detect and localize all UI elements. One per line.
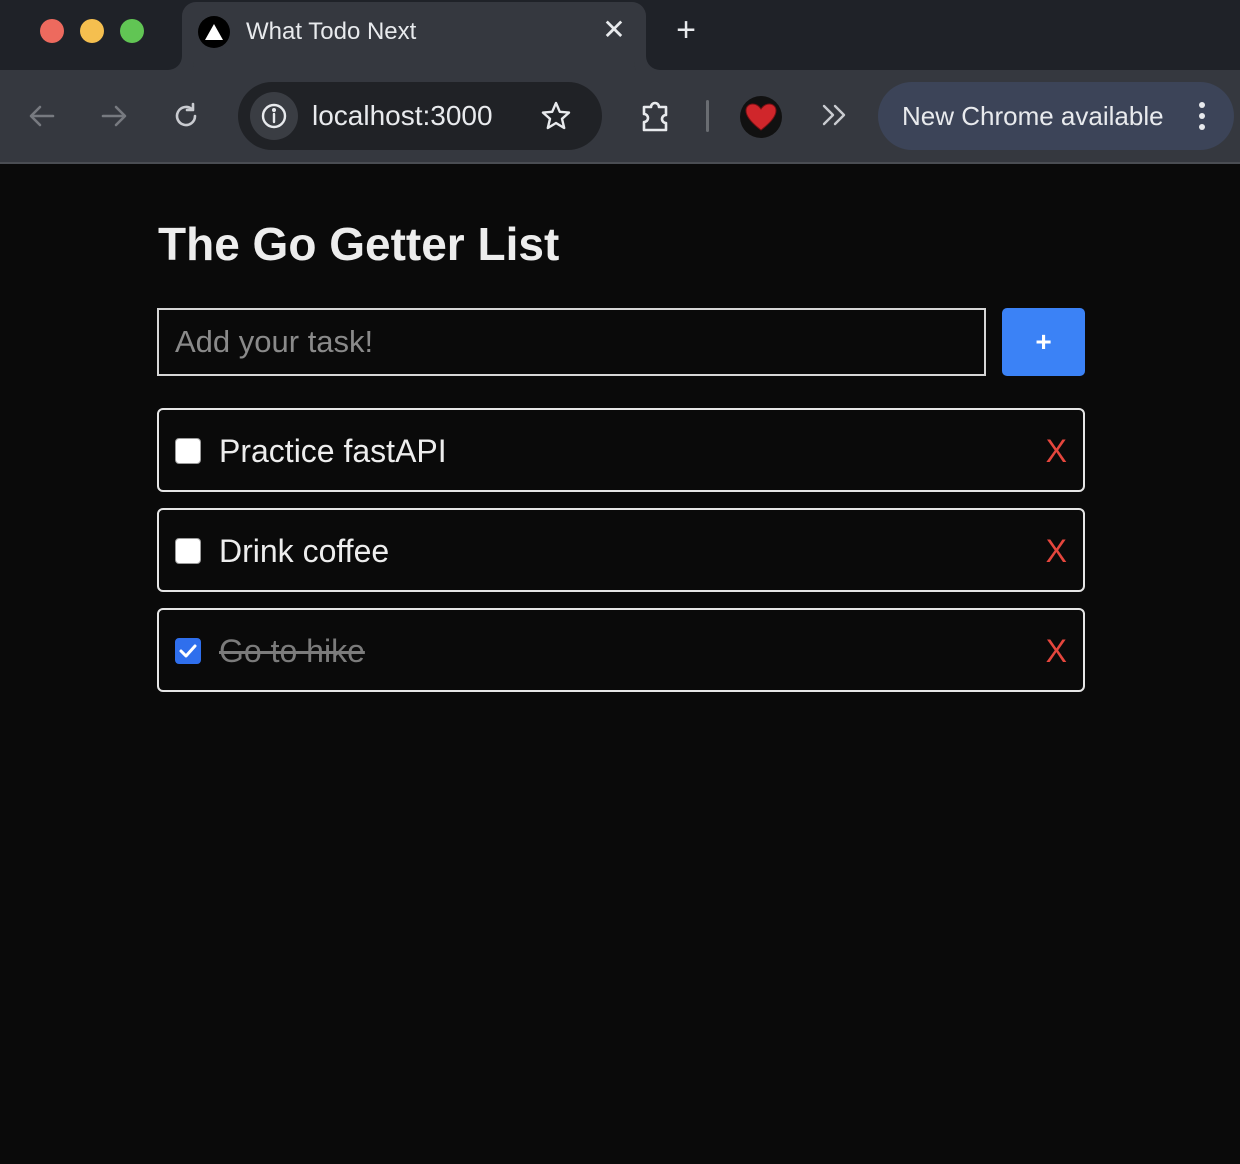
update-notice-text: New Chrome available — [902, 101, 1164, 131]
maximize-window-button[interactable] — [120, 19, 144, 43]
todo-text-completed: Go to hike — [219, 633, 365, 669]
todo-item: Practice fastAPI X — [157, 408, 1085, 492]
arrow-left-icon — [29, 105, 55, 127]
extensions-button[interactable] — [636, 96, 676, 136]
page-content: The Go Getter List + Practice fastAPI X … — [0, 164, 1240, 1164]
back-button[interactable] — [24, 98, 60, 134]
tab-title: What Todo Next — [246, 18, 417, 45]
bookmark-button[interactable] — [538, 98, 574, 134]
chrome-update-button[interactable]: New Chrome available — [878, 82, 1234, 150]
heart-extension-button[interactable] — [740, 96, 782, 138]
todo-checkbox-checked[interactable] — [175, 638, 201, 664]
double-chevron-icon — [822, 104, 846, 126]
arrow-right-icon — [101, 105, 127, 127]
add-task-button[interactable]: + — [1002, 308, 1085, 376]
reload-button[interactable] — [168, 98, 204, 134]
minimize-window-button[interactable] — [80, 19, 104, 43]
puzzle-icon — [642, 101, 668, 132]
url-text[interactable]: localhost:3000 — [312, 100, 493, 132]
browser-tab-strip: What Todo Next ✕ + — [0, 0, 1240, 70]
new-tab-button[interactable]: + — [670, 13, 702, 47]
delete-todo-button[interactable]: X — [1046, 532, 1067, 570]
todo-item: Go to hike X — [157, 608, 1085, 692]
todo-checkbox[interactable] — [175, 438, 201, 464]
more-extensions-button[interactable] — [818, 98, 852, 132]
todo-checkbox[interactable] — [175, 538, 201, 564]
browser-tab-active[interactable]: What Todo Next ✕ — [182, 2, 646, 70]
todo-text: Practice fastAPI — [219, 433, 447, 469]
address-bar[interactable]: localhost:3000 — [238, 82, 602, 150]
delete-todo-button[interactable]: X — [1046, 432, 1067, 470]
reload-icon — [175, 102, 197, 127]
todo-text: Drink coffee — [219, 533, 390, 569]
info-icon — [261, 103, 287, 129]
checkmark-icon — [179, 644, 197, 658]
page-title: The Go Getter List — [158, 218, 560, 270]
star-icon — [541, 101, 571, 130]
kebab-icon[interactable] — [1190, 98, 1214, 134]
delete-todo-button[interactable]: X — [1046, 632, 1067, 670]
browser-toolbar: localhost:3000 New Chrome available — [0, 70, 1240, 164]
task-input[interactable] — [157, 308, 986, 376]
nextjs-triangle-icon — [198, 16, 230, 48]
todo-item: Drink coffee X — [157, 508, 1085, 592]
site-info-button[interactable] — [250, 92, 298, 140]
toolbar-divider — [706, 100, 709, 132]
close-tab-icon[interactable]: ✕ — [600, 16, 628, 44]
close-window-button[interactable] — [40, 19, 64, 43]
forward-button[interactable] — [96, 98, 132, 134]
heart-icon — [745, 103, 777, 131]
